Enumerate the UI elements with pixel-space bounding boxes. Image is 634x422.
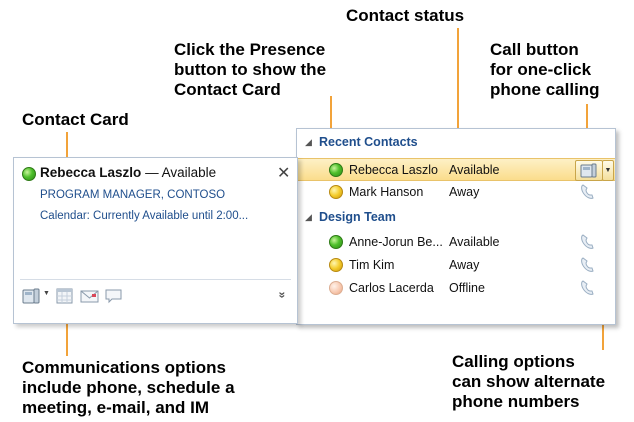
group-name: Design Team	[319, 210, 396, 224]
card-job-title: PROGRAM MANAGER, CONTOSO	[40, 189, 226, 201]
contact-name: Mark Hanson	[349, 185, 424, 199]
card-calendar-status: Calendar: Currently Available until 2:00…	[40, 210, 249, 222]
callout-call-line1: Call button	[490, 40, 579, 59]
contact-name: Carlos Lacerda	[349, 281, 434, 295]
chevron-down-icon[interactable]: ▼	[43, 290, 50, 297]
callout-comm-line2: include phone, schedule a	[22, 378, 235, 397]
callout-presence: Click the Presence button to show the Co…	[174, 40, 326, 100]
phone-handset-icon[interactable]	[579, 233, 597, 251]
callout-calling-line3: phone numbers	[452, 392, 580, 411]
expand-icon[interactable]: »	[275, 292, 289, 299]
contact-row-rebecca-laszlo[interactable]: Rebecca Laszlo Available ▼	[297, 158, 615, 181]
group-header-design-team[interactable]: ◢ Design Team	[297, 208, 615, 228]
phone-handset-icon[interactable]	[579, 256, 597, 274]
call-button[interactable]	[575, 160, 603, 181]
callout-calling-line2: can show alternate	[452, 372, 606, 391]
collapse-triangle-icon[interactable]: ◢	[305, 212, 312, 223]
contact-status: Available	[449, 163, 500, 177]
close-icon[interactable]: ✕	[277, 163, 290, 183]
contact-row-tim-kim[interactable]: Tim Kim Away	[297, 254, 615, 277]
card-name-text: Rebecca Laszlo	[40, 165, 142, 180]
card-availability: — Available	[145, 165, 217, 180]
phone-icon	[580, 163, 597, 178]
contact-name: Tim Kim	[349, 258, 395, 272]
callout-presence-line2: button to show the	[174, 60, 327, 79]
presence-available-icon[interactable]	[329, 235, 343, 249]
contact-card: Rebecca Laszlo — Available ✕ PROGRAM MAN…	[13, 157, 298, 324]
connector-comm-stem	[66, 322, 68, 356]
presence-available-icon[interactable]	[22, 167, 36, 181]
presence-offline-icon[interactable]	[329, 281, 343, 295]
contact-name: Rebecca Laszlo	[349, 163, 438, 177]
im-icon[interactable]	[104, 287, 124, 305]
callout-calling-line1: Calling options	[452, 352, 575, 371]
callout-communications: Communications options include phone, sc…	[22, 358, 235, 418]
contact-list-panel: ◢ Recent Contacts Rebecca Laszlo Availab…	[296, 128, 616, 325]
collapse-triangle-icon[interactable]: ◢	[305, 137, 312, 148]
callout-call-line2: for one-click	[490, 60, 592, 79]
contact-status: Away	[449, 258, 480, 272]
callout-contact-status: Contact status	[346, 6, 465, 25]
contact-status: Away	[449, 185, 480, 199]
contact-status: Offline	[449, 281, 485, 295]
callout-presence-line1: Click the Presence	[174, 40, 326, 59]
callout-calling-options: Calling options can show alternate phone…	[452, 352, 605, 412]
phone-icon[interactable]	[22, 287, 42, 305]
phone-handset-icon[interactable]	[579, 183, 597, 201]
divider	[20, 279, 291, 280]
contact-row-anne-jorun[interactable]: Anne-Jorun Be... Available	[297, 231, 615, 254]
presence-away-icon[interactable]	[329, 185, 343, 199]
contact-row-mark-hanson[interactable]: Mark Hanson Away	[297, 181, 615, 204]
contact-row-carlos-lacerda[interactable]: Carlos Lacerda Offline	[297, 277, 615, 300]
card-contact-name: Rebecca Laszlo — Available	[40, 165, 216, 180]
card-toolbar: ▼	[20, 284, 290, 310]
contact-name: Anne-Jorun Be...	[349, 235, 443, 249]
presence-available-icon[interactable]	[329, 163, 343, 177]
calendar-icon[interactable]	[56, 287, 74, 305]
callout-presence-line3: Contact Card	[174, 80, 281, 99]
calling-options-dropdown[interactable]: ▼	[602, 160, 614, 181]
group-name: Recent Contacts	[319, 135, 418, 149]
callout-contact-card: Contact Card	[22, 110, 129, 129]
connector-contact-card	[66, 132, 68, 158]
callout-comm-line1: Communications options	[22, 358, 226, 377]
phone-handset-icon[interactable]	[579, 279, 597, 297]
email-icon[interactable]	[80, 287, 100, 305]
group-header-recent-contacts[interactable]: ◢ Recent Contacts	[297, 133, 615, 153]
callout-call-button: Call button for one-click phone calling	[490, 40, 600, 100]
callout-comm-line3: meeting, e-mail, and IM	[22, 398, 210, 417]
contact-status: Available	[449, 235, 500, 249]
callout-call-line3: phone calling	[490, 80, 600, 99]
presence-away-icon[interactable]	[329, 258, 343, 272]
